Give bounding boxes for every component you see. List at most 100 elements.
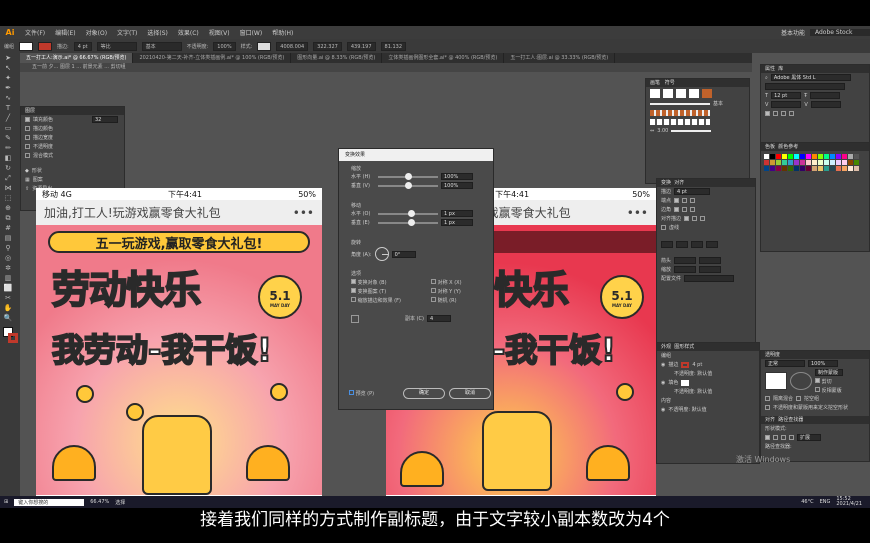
angle-field[interactable]: 0° xyxy=(391,250,416,258)
align-left-icon[interactable] xyxy=(765,111,770,116)
isolate-checkbox[interactable] xyxy=(765,396,770,401)
scale-strokes-option[interactable]: 缩放描边和效果 (F) xyxy=(351,297,431,304)
arrow-scale-end[interactable] xyxy=(699,266,722,273)
height-field[interactable]: 81.132 xyxy=(380,41,407,51)
tab-libraries[interactable]: 库 xyxy=(778,66,783,72)
fill-color-checkbox[interactable] xyxy=(25,117,30,122)
brush-dot-swatch[interactable] xyxy=(689,88,699,98)
color-swatch[interactable] xyxy=(854,166,859,171)
dashed-checkbox[interactable] xyxy=(661,225,666,230)
mesh-tool-icon[interactable]: # xyxy=(3,224,13,233)
align-right-icon[interactable] xyxy=(781,111,786,116)
opacity-mask-checkbox[interactable] xyxy=(765,405,770,410)
tab-properties[interactable]: 属性 xyxy=(765,66,775,72)
selection-tool-icon[interactable]: ➤ xyxy=(3,54,13,63)
color-swatch[interactable] xyxy=(764,166,769,171)
scale-h-slider[interactable] xyxy=(378,172,438,180)
panel-item-shapes[interactable]: ◆ 形状 xyxy=(21,166,124,175)
brush-basic-row[interactable]: 基本 xyxy=(646,99,749,108)
color-swatch[interactable] xyxy=(800,160,805,165)
color-swatch[interactable] xyxy=(806,154,811,159)
expand-button[interactable]: 扩展 xyxy=(797,434,821,441)
breadcrumb[interactable]: 五一前 夕... 图层 1 ... 前景元素 ... 剪切组 xyxy=(20,63,752,72)
color-swatch[interactable] xyxy=(776,154,781,159)
color-swatch[interactable] xyxy=(776,160,781,165)
color-swatch[interactable] xyxy=(830,166,835,171)
symbol-sprayer-icon[interactable]: ✲ xyxy=(3,264,13,273)
tab-graphic-styles[interactable]: 图形样式 xyxy=(674,344,694,350)
tab-align[interactable]: 对齐 xyxy=(674,180,684,186)
gradient-tool-icon[interactable]: ▤ xyxy=(3,234,13,243)
tab-brushes[interactable]: 画笔 xyxy=(650,80,660,86)
menu-type[interactable]: 文字(T) xyxy=(112,28,142,37)
justify-icon[interactable] xyxy=(789,111,794,116)
arrow-end-select[interactable] xyxy=(699,257,722,264)
color-swatch[interactable] xyxy=(800,166,805,171)
profile-select[interactable] xyxy=(684,275,735,282)
workspace-switcher[interactable]: 基本功能 xyxy=(776,28,810,37)
intersect-icon[interactable] xyxy=(781,435,786,440)
blend-mode-checkbox[interactable] xyxy=(25,153,30,158)
arrow-scale-start[interactable] xyxy=(674,266,697,273)
color-swatch[interactable] xyxy=(824,166,829,171)
eye-icon[interactable]: ◉ xyxy=(661,362,665,368)
color-swatch[interactable] xyxy=(854,160,859,165)
brush-pattern-row[interactable] xyxy=(646,117,749,126)
exclude-icon[interactable] xyxy=(789,435,794,440)
line-tool-icon[interactable]: ╱ xyxy=(3,114,13,123)
stroke-weight-field[interactable]: 4 pt xyxy=(674,188,711,195)
graphic-style-swatch[interactable] xyxy=(257,41,272,51)
curvature-tool-icon[interactable]: ∿ xyxy=(3,94,13,103)
random-option[interactable]: 随机 (R) xyxy=(431,297,491,304)
brush-dot-swatch[interactable] xyxy=(663,88,673,98)
leading-field[interactable] xyxy=(810,92,841,99)
copies-field[interactable]: 4 xyxy=(426,315,451,322)
color-swatch[interactable] xyxy=(836,160,841,165)
rotate-tool-icon[interactable]: ↻ xyxy=(3,164,13,173)
transform-patterns-option[interactable]: 变换图案 (T) xyxy=(351,288,431,295)
color-swatch[interactable] xyxy=(764,160,769,165)
color-swatch[interactable] xyxy=(842,154,847,159)
color-swatch[interactable] xyxy=(788,166,793,171)
hand-tool-icon[interactable]: ✋ xyxy=(3,304,13,313)
angle-dial-icon[interactable] xyxy=(374,247,389,261)
color-swatch[interactable] xyxy=(842,166,847,171)
poster-subtitle[interactable]: 我劳动-我干饭! xyxy=(51,325,273,371)
free-transform-icon[interactable]: ⬚ xyxy=(3,194,13,203)
color-swatch[interactable] xyxy=(782,154,787,159)
color-swatch[interactable] xyxy=(836,166,841,171)
magic-wand-icon[interactable]: ✦ xyxy=(3,74,13,83)
color-swatch[interactable] xyxy=(782,160,787,165)
color-swatch[interactable] xyxy=(812,154,817,159)
pen-tool-icon[interactable]: ✒ xyxy=(3,84,13,93)
reference-point-icon[interactable] xyxy=(351,314,359,323)
appearance-row[interactable]: ◉ 填色 xyxy=(657,378,759,387)
opacity-field[interactable]: 100% xyxy=(213,41,236,51)
blend-tool-icon[interactable]: ◎ xyxy=(3,254,13,263)
direct-selection-tool-icon[interactable]: ↖ xyxy=(3,64,13,73)
poster-title-1[interactable]: 快乐 xyxy=(493,259,570,314)
move-v-slider[interactable] xyxy=(378,218,438,226)
variable-width-select[interactable]: 等比 xyxy=(96,41,137,51)
menu-window[interactable]: 窗口(W) xyxy=(235,28,268,37)
color-swatch[interactable] xyxy=(842,160,847,165)
bevel-join-icon[interactable] xyxy=(690,207,696,212)
start-icon[interactable]: ⊞ xyxy=(4,499,8,505)
eyedropper-icon[interactable]: ⚲ xyxy=(3,244,13,253)
tab-pathfinder-align[interactable]: 对齐 xyxy=(765,417,775,423)
mirror-x-option[interactable]: 对称 X (X) xyxy=(431,279,491,286)
color-swatch[interactable] xyxy=(854,154,859,159)
eye-icon[interactable]: ◉ xyxy=(661,407,665,413)
font-size-field[interactable]: 12 pt xyxy=(771,92,802,99)
color-swatch[interactable] xyxy=(764,154,769,159)
preview-option[interactable]: 预览 (P) xyxy=(349,390,374,397)
stroke-swatch[interactable] xyxy=(38,41,53,51)
font-family-select[interactable]: Adobe 黑体 Std L xyxy=(770,74,851,81)
poster-title-1[interactable]: 劳动快乐 xyxy=(51,259,202,314)
butt-cap-icon[interactable] xyxy=(674,198,680,203)
color-swatch[interactable] xyxy=(770,154,775,159)
opacity-field[interactable]: 100% xyxy=(808,360,838,367)
color-swatch[interactable] xyxy=(788,154,793,159)
color-swatch[interactable] xyxy=(848,166,853,171)
y-field[interactable]: 322.327 xyxy=(313,41,342,51)
